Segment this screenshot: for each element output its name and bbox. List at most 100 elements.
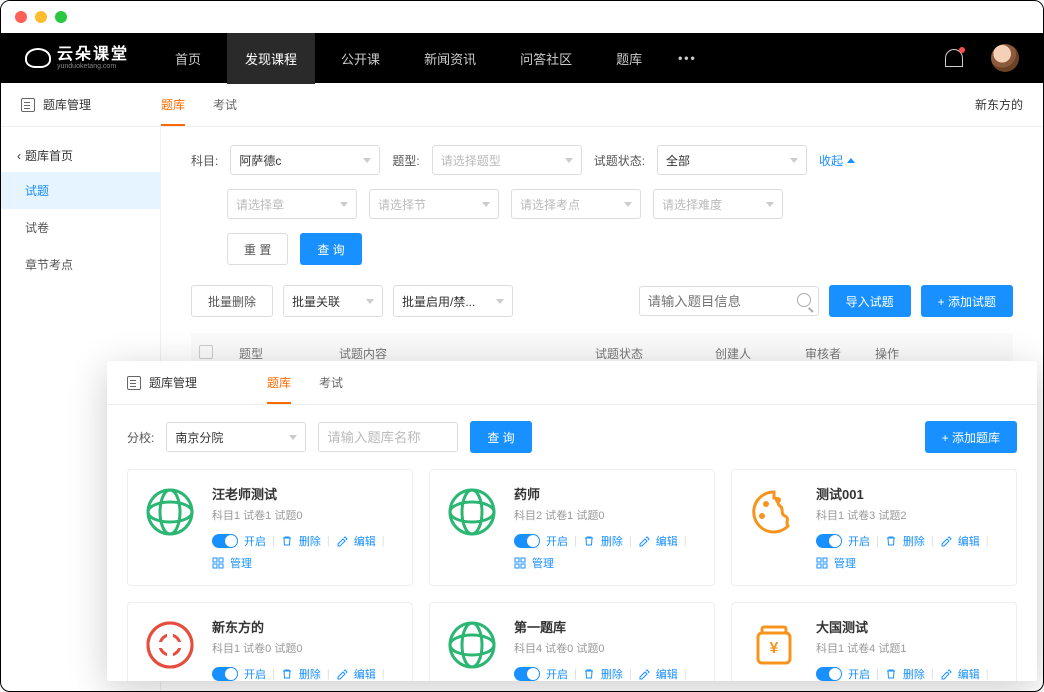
nav-home[interactable]: 首页 <box>157 33 219 84</box>
section-select[interactable]: 请选择节 <box>369 189 499 219</box>
branch-select[interactable]: 南京分院 <box>166 422 306 452</box>
tab-exam[interactable]: 考试 <box>213 84 237 125</box>
avatar[interactable] <box>991 44 1019 72</box>
panel-tab-bank[interactable]: 题库 <box>267 362 291 403</box>
card-icon <box>444 484 500 540</box>
th-type: 题型 <box>239 345 339 362</box>
toggle-switch[interactable] <box>212 534 238 548</box>
chevron-down-icon <box>366 299 374 304</box>
card-delete-link[interactable]: 删除 <box>299 533 321 549</box>
card-edit-link[interactable]: 编辑 <box>354 666 376 681</box>
card-delete-link[interactable]: 删除 <box>601 666 623 681</box>
doc-icon <box>21 98 35 112</box>
open-label: 开启 <box>848 666 870 681</box>
doc-icon <box>127 376 141 390</box>
nav-news[interactable]: 新闻资讯 <box>406 33 494 84</box>
bank-panel: 题库管理 题库 考试 分校: 南京分院 查 询 + 添加题库 汪老师测试科目1 … <box>107 361 1037 681</box>
sidebar-item-points[interactable]: 章节考点 <box>1 246 160 283</box>
collapse-link[interactable]: 收起 <box>819 152 855 169</box>
sidebar-item-questions[interactable]: 试题 <box>1 172 160 209</box>
card-icon <box>746 484 802 540</box>
more-icon[interactable]: ••• <box>668 51 707 65</box>
search-input[interactable] <box>639 286 819 316</box>
point-select[interactable]: 请选择考点 <box>511 189 641 219</box>
trash-icon <box>583 668 595 680</box>
open-label: 开启 <box>244 533 266 549</box>
cloud-icon <box>25 48 51 68</box>
edit-icon <box>638 535 650 547</box>
toggle-switch[interactable] <box>514 667 540 681</box>
type-placeholder: 请选择题型 <box>441 152 501 169</box>
card-meta: 科目1 试卷3 试题2 <box>816 507 1002 523</box>
status-value: 全部 <box>666 152 690 169</box>
bell-icon[interactable] <box>945 49 963 67</box>
card-edit-link[interactable]: 编辑 <box>656 666 678 681</box>
panel-query-button[interactable]: 查 询 <box>470 421 531 453</box>
close-dot[interactable] <box>15 11 27 23</box>
batch-delete-button[interactable]: 批量删除 <box>191 285 273 317</box>
card-edit-link[interactable]: 编辑 <box>958 666 980 681</box>
query-button[interactable]: 查 询 <box>300 233 361 265</box>
svg-text:¥: ¥ <box>770 640 779 657</box>
trash-icon <box>281 535 293 547</box>
panel-tab-exam[interactable]: 考试 <box>319 362 343 403</box>
toggle-switch[interactable] <box>816 534 842 548</box>
back-link[interactable]: ‹ 题库首页 <box>1 139 160 172</box>
card-icon <box>142 484 198 540</box>
nav-public[interactable]: 公开课 <box>323 33 398 84</box>
card-delete-link[interactable]: 删除 <box>299 666 321 681</box>
add-question-button[interactable]: + 添加试题 <box>921 285 1013 317</box>
status-select[interactable]: 全部 <box>657 145 807 175</box>
type-select[interactable]: 请选择题型 <box>432 145 582 175</box>
bank-search-input[interactable] <box>318 422 458 452</box>
panel-title: 题库管理 <box>149 374 197 391</box>
add-bank-button[interactable]: + 添加题库 <box>925 421 1017 453</box>
reset-button[interactable]: 重 置 <box>227 233 288 265</box>
batch-link-select[interactable]: 批量关联 <box>283 285 383 317</box>
card-edit-link[interactable]: 编辑 <box>354 533 376 549</box>
difficulty-select[interactable]: 请选择难度 <box>653 189 783 219</box>
sub-header: 题库管理 题库 考试 新东方的 <box>1 83 1043 127</box>
card-edit-link[interactable]: 编辑 <box>656 533 678 549</box>
chevron-down-icon <box>790 158 798 163</box>
card-delete-link[interactable]: 删除 <box>903 666 925 681</box>
trash-icon <box>885 535 897 547</box>
card-manage-link[interactable]: 管理 <box>834 555 856 571</box>
bank-card: ¥大国测试科目1 试卷4 试题1开启|删除|编辑|管理 <box>731 602 1017 681</box>
bank-card: 汪老师测试科目1 试卷1 试题0开启|删除|编辑|管理 <box>127 469 413 586</box>
logo[interactable]: 云朵课堂 yunduoketang.com <box>25 47 129 70</box>
search-icon[interactable] <box>797 293 811 307</box>
card-delete-link[interactable]: 删除 <box>903 533 925 549</box>
minimize-dot[interactable] <box>35 11 47 23</box>
chapter-select[interactable]: 请选择章 <box>227 189 357 219</box>
card-title: 药师 <box>514 484 700 503</box>
maximize-dot[interactable] <box>55 11 67 23</box>
grid-icon <box>816 557 828 569</box>
collapse-label: 收起 <box>819 152 843 169</box>
toggle-switch[interactable] <box>514 534 540 548</box>
nav-qa[interactable]: 问答社区 <box>502 33 590 84</box>
card-manage-link[interactable]: 管理 <box>230 555 252 571</box>
th-status: 试题状态 <box>595 345 715 362</box>
sidebar-item-papers[interactable]: 试卷 <box>1 209 160 246</box>
batch-toggle-select[interactable]: 批量启用/禁... <box>393 285 513 317</box>
card-edit-link[interactable]: 编辑 <box>958 533 980 549</box>
select-all-checkbox[interactable] <box>199 345 213 359</box>
chevron-down-icon <box>496 299 504 304</box>
grid-icon <box>212 557 224 569</box>
grid-icon <box>514 557 526 569</box>
toggle-switch[interactable] <box>816 667 842 681</box>
nav-discover[interactable]: 发现课程 <box>227 33 315 84</box>
import-button[interactable]: 导入试题 <box>829 285 911 317</box>
nav-bank[interactable]: 题库 <box>598 33 660 84</box>
toggle-switch[interactable] <box>212 667 238 681</box>
card-meta: 科目1 试卷1 试题0 <box>212 507 398 523</box>
titlebar <box>1 1 1043 33</box>
tab-bank[interactable]: 题库 <box>161 84 185 125</box>
trash-icon <box>583 535 595 547</box>
open-label: 开启 <box>244 666 266 681</box>
card-delete-link[interactable]: 删除 <box>601 533 623 549</box>
subject-select[interactable]: 阿萨德c <box>230 145 380 175</box>
context-label: 新东方的 <box>975 96 1023 113</box>
card-manage-link[interactable]: 管理 <box>532 555 554 571</box>
